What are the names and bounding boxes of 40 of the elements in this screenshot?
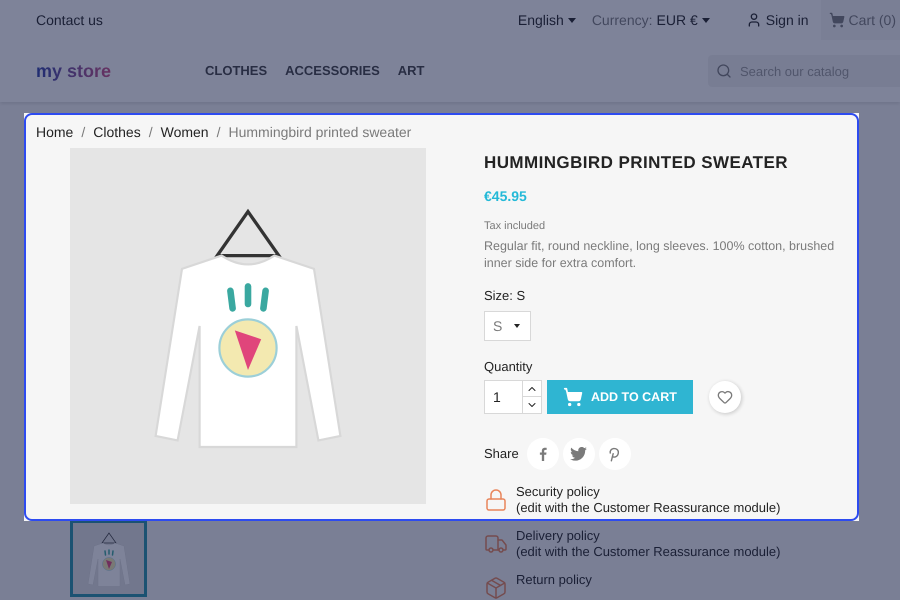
share-label: Share <box>484 445 519 464</box>
nav-link[interactable]: ART <box>398 61 424 81</box>
contact-link[interactable]: Contact us <box>36 10 103 30</box>
price: €45.95 <box>484 186 528 206</box>
caret-icon <box>514 324 520 328</box>
size-label: Size: S <box>484 287 526 305</box>
cart-icon <box>563 387 583 407</box>
sign-in-link[interactable]: Sign in <box>746 10 809 30</box>
product-description: Regular fit, round neckline, long sleeves. 100% cotton, brushed inner side for extra comfort. <box>484 238 836 272</box>
tax-note: Tax included <box>484 218 546 234</box>
breadcrumb-link[interactable]: Clothes <box>93 122 141 142</box>
quantity-label: Quantity <box>484 358 534 376</box>
nav-link[interactable]: CLOTHES <box>205 61 268 81</box>
breadcrumb-separator: / <box>216 123 222 142</box>
quantity-field[interactable]: 1 <box>484 380 523 414</box>
breadcrumb-separator: / <box>148 123 154 142</box>
policy-note: (edit with the Customer Reassurance module) <box>516 544 780 560</box>
policy-note: (edit with the Customer Reassurance module) <box>516 500 780 516</box>
breadcrumb-current: Hummingbird printed sweater <box>228 123 412 142</box>
twitter-share-button[interactable] <box>562 438 595 470</box>
breadcrumb-link[interactable]: Home <box>36 122 74 142</box>
heart-icon <box>717 389 733 405</box>
padlock-icon <box>484 488 508 512</box>
add-to-cart-button[interactable]: ADD TO CART <box>547 380 693 414</box>
policy-title: Return policy <box>516 572 592 588</box>
language-selector[interactable]: English <box>518 10 576 30</box>
pin-p-icon <box>609 446 620 462</box>
policy-title: Delivery policy <box>516 528 601 544</box>
breadcrumb-separator: / <box>80 123 86 142</box>
facebook-icon <box>538 447 547 461</box>
product-title: HUMMINGBIRD PRINTED SWEATER <box>484 152 789 174</box>
breadcrumb-link[interactable]: Women <box>160 122 209 142</box>
policy-title: Security policy <box>516 484 601 500</box>
nav-link[interactable]: ACCESSORIES <box>285 61 380 81</box>
pinterest-share-button[interactable] <box>598 438 631 470</box>
wishlist-button[interactable] <box>709 381 741 413</box>
size-dropdown[interactable]: S <box>484 310 531 340</box>
bird-icon <box>570 447 588 461</box>
facebook-share-button[interactable] <box>526 438 559 470</box>
currency-selector[interactable]: Currency: EUR € <box>592 10 710 30</box>
